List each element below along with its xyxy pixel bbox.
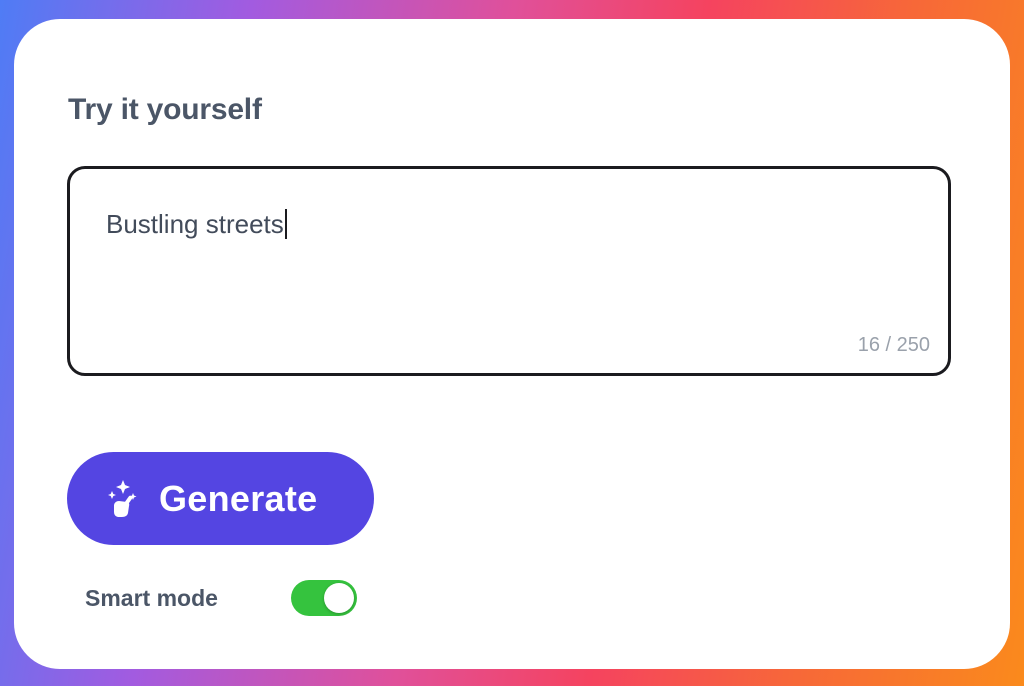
character-counter: 16 / 250 <box>857 334 930 356</box>
try-it-card: Try it yourself Bustling streets 16 / 25… <box>14 19 1010 669</box>
card-title: Try it yourself <box>68 93 262 126</box>
generate-button[interactable]: Generate <box>67 452 374 545</box>
text-caret <box>284 209 287 239</box>
smart-mode-toggle[interactable] <box>291 580 357 616</box>
prompt-text: Bustling streets <box>106 209 287 240</box>
smart-mode-label: Smart mode <box>85 585 218 611</box>
toggle-knob <box>324 583 354 613</box>
generate-button-label: Generate <box>159 477 318 519</box>
prompt-textarea[interactable]: Bustling streets 16 / 250 <box>67 166 951 376</box>
magic-wand-icon <box>108 479 137 517</box>
